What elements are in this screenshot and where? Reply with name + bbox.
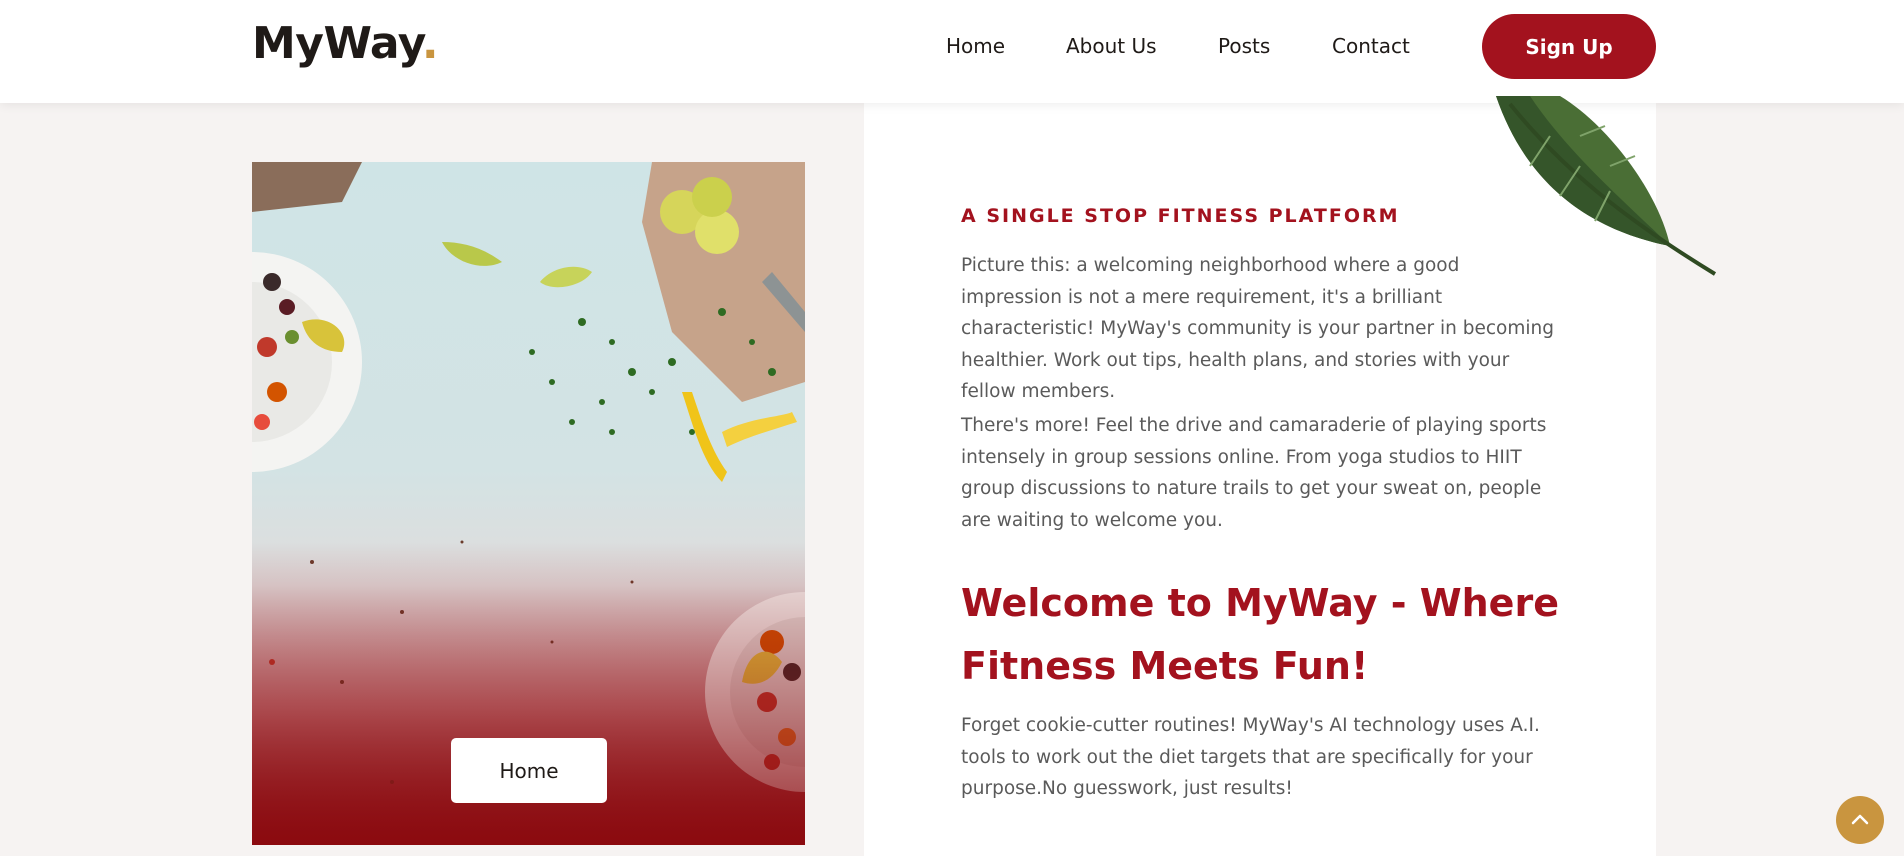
ai-paragraph: Forget cookie-cutter routines! MyWay's A… bbox=[961, 715, 1540, 799]
chevron-up-icon bbox=[1851, 814, 1869, 825]
section-kicker: A SINGLE STOP FITNESS PLATFORM bbox=[961, 205, 1400, 227]
nav-posts[interactable]: Posts bbox=[1218, 34, 1270, 58]
hero-photo: Home bbox=[252, 162, 805, 845]
intro-paragraph-2: There's more! Feel the drive and camarad… bbox=[961, 415, 1547, 531]
logo-text: MyWay bbox=[252, 18, 422, 69]
nav-home[interactable]: Home bbox=[946, 34, 1005, 58]
nav-about-us[interactable]: About Us bbox=[1066, 34, 1157, 58]
logo-dot: . bbox=[421, 18, 439, 69]
sign-up-button[interactable]: Sign Up bbox=[1482, 14, 1656, 79]
leaf-icon bbox=[1496, 96, 1717, 276]
nav-contact[interactable]: Contact bbox=[1332, 34, 1410, 58]
site-header: MyWay. Home About Us Posts Contact Sign … bbox=[0, 0, 1904, 103]
welcome-heading: Welcome to MyWay - Where Fitness Meets F… bbox=[961, 581, 1559, 688]
intro-paragraph-1: Picture this: a welcoming neighborhood w… bbox=[961, 255, 1555, 402]
logo[interactable]: MyWay. bbox=[252, 18, 439, 69]
photo-home-button[interactable]: Home bbox=[451, 738, 607, 803]
scroll-top-button[interactable] bbox=[1836, 796, 1884, 844]
